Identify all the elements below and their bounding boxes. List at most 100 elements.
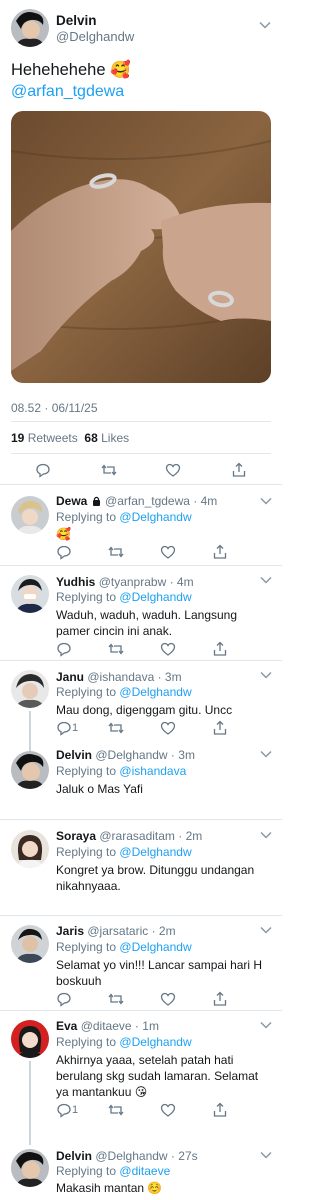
reply-time: 4m bbox=[176, 575, 194, 589]
likes-label[interactable]: Likes bbox=[101, 431, 129, 445]
reply-author-handle[interactable]: @rarasaditam bbox=[99, 829, 175, 843]
author-handle[interactable]: @Delghandw bbox=[56, 29, 134, 44]
tweet-stats: 19 Retweets 68 Likes bbox=[11, 431, 129, 445]
share-icon[interactable] bbox=[212, 991, 228, 1007]
chevron-down-icon[interactable] bbox=[260, 1151, 272, 1159]
replying-to-label: Replying to bbox=[56, 940, 117, 954]
author-name[interactable]: Delvin bbox=[56, 13, 97, 28]
avatar[interactable] bbox=[11, 751, 49, 789]
heart-icon[interactable] bbox=[160, 641, 176, 657]
share-icon[interactable] bbox=[212, 641, 228, 657]
heart-icon[interactable] bbox=[160, 544, 176, 560]
reply-tweet: Soraya @rarasaditam · 2m Replying to @De… bbox=[0, 821, 282, 916]
avatar[interactable] bbox=[11, 496, 49, 534]
replying-to-handle[interactable]: @ishandava bbox=[119, 764, 186, 778]
replying-to-handle[interactable]: @Delghandw bbox=[119, 510, 191, 524]
reply-dot: · bbox=[148, 924, 159, 938]
heart-icon[interactable] bbox=[165, 462, 181, 478]
retweet-icon[interactable] bbox=[108, 641, 124, 657]
chevron-down-icon[interactable] bbox=[260, 576, 272, 584]
replying-to-handle[interactable]: @ditaeve bbox=[119, 1164, 170, 1178]
replying-to-handle[interactable]: @Delghandw bbox=[119, 590, 191, 604]
reply-text: Kongret ya brow. Ditunggu undangan nikah… bbox=[56, 863, 255, 893]
retweet-icon[interactable] bbox=[108, 720, 124, 736]
replying-to-handle[interactable]: @Delghandw bbox=[119, 940, 191, 954]
reply-tweet: Delvin @Delghandw · 3m Replying to @isha… bbox=[0, 744, 282, 820]
retweet-icon[interactable] bbox=[108, 544, 124, 560]
replying-to-label: Replying to bbox=[56, 510, 117, 524]
reply-author-handle[interactable]: @Delghandw bbox=[95, 1149, 167, 1163]
lock-icon bbox=[92, 496, 101, 506]
share-icon[interactable] bbox=[212, 1102, 228, 1118]
replying-to-label: Replying to bbox=[56, 764, 117, 778]
reply-dot: · bbox=[154, 670, 165, 684]
tweet-actions bbox=[0, 455, 282, 485]
tweet-mention[interactable]: @arfan_tgdewa bbox=[11, 83, 124, 101]
reply-author-handle[interactable]: @Delghandw bbox=[95, 748, 167, 762]
reply-time: 3m bbox=[178, 748, 195, 762]
reply-author-handle[interactable]: @jarsataric bbox=[87, 924, 148, 938]
reply-icon[interactable] bbox=[56, 720, 72, 736]
chevron-down-icon[interactable] bbox=[260, 497, 272, 505]
reply-tweet: Eva @ditaeve · 1m Replying to @Delghandw… bbox=[0, 1011, 282, 1145]
retweets-count[interactable]: 19 bbox=[11, 431, 24, 445]
reply-author-name[interactable]: Delvin bbox=[56, 1149, 92, 1163]
replying-to-handle[interactable]: @Delghandw bbox=[119, 845, 191, 859]
retweet-icon[interactable] bbox=[108, 1102, 124, 1118]
avatar[interactable] bbox=[11, 575, 49, 613]
reply-author-name[interactable]: Soraya bbox=[56, 829, 96, 843]
reply-icon[interactable] bbox=[35, 462, 51, 478]
thread-line bbox=[29, 1061, 31, 1145]
reply-icon[interactable] bbox=[56, 544, 72, 560]
heart-icon[interactable] bbox=[160, 1102, 176, 1118]
chevron-down-icon[interactable] bbox=[260, 831, 272, 839]
reply-dot: · bbox=[131, 1019, 143, 1033]
reply-icon[interactable] bbox=[56, 991, 72, 1007]
replying-to-handle[interactable]: @Delghandw bbox=[119, 685, 191, 699]
reply-author-name[interactable]: Eva bbox=[56, 1019, 77, 1033]
share-icon[interactable] bbox=[212, 720, 228, 736]
chevron-down-icon[interactable] bbox=[260, 926, 272, 934]
reply-author-name[interactable]: Yudhis bbox=[56, 575, 95, 589]
tweet-photo[interactable] bbox=[11, 111, 271, 383]
chevron-down-icon[interactable] bbox=[259, 21, 271, 29]
avatar[interactable] bbox=[11, 1149, 49, 1187]
share-icon[interactable] bbox=[231, 462, 247, 478]
chevron-down-icon[interactable] bbox=[260, 671, 272, 679]
chevron-down-icon[interactable] bbox=[260, 750, 272, 758]
reply-text: Makasih mantan ☺️ bbox=[56, 1181, 163, 1195]
reply-author-handle[interactable]: @arfan_tgdewa bbox=[105, 494, 190, 508]
avatar[interactable] bbox=[11, 670, 49, 708]
retweets-label[interactable]: Retweets bbox=[28, 431, 78, 445]
reply-tweet: Jaris @jarsataric · 2m Replying to @Delg… bbox=[0, 916, 282, 1011]
reply-author-handle[interactable]: @tyanprabw bbox=[99, 575, 167, 589]
reply-author-name[interactable]: Janu bbox=[56, 670, 84, 684]
tweet-text: Hehehehehe 🥰 bbox=[11, 61, 131, 79]
reply-text: Akhirnya yaaa, setelah patah hati berula… bbox=[56, 1053, 259, 1099]
reply-author-name[interactable]: Dewa bbox=[56, 494, 87, 508]
divider bbox=[0, 819, 282, 820]
heart-icon[interactable] bbox=[160, 991, 176, 1007]
chevron-down-icon[interactable] bbox=[260, 1021, 272, 1029]
share-icon[interactable] bbox=[212, 544, 228, 560]
avatar[interactable] bbox=[11, 925, 49, 963]
reply-icon[interactable] bbox=[56, 641, 72, 657]
likes-count[interactable]: 68 bbox=[84, 431, 97, 445]
retweet-icon[interactable] bbox=[108, 991, 124, 1007]
avatar[interactable] bbox=[11, 830, 49, 868]
replying-to-label: Replying to bbox=[56, 1164, 117, 1178]
reply-author-name[interactable]: Delvin bbox=[56, 748, 92, 762]
replying-to-handle[interactable]: @Delghandw bbox=[119, 1035, 191, 1049]
reply-time: 2m bbox=[158, 924, 176, 938]
reply-author-name[interactable]: Jaris bbox=[56, 924, 84, 938]
reply-author-handle[interactable]: @ishandava bbox=[87, 670, 154, 684]
reply-dot: · bbox=[166, 575, 177, 589]
avatar[interactable] bbox=[11, 9, 49, 47]
avatar[interactable] bbox=[11, 1020, 49, 1058]
reply-time: 2m bbox=[185, 829, 203, 843]
tweet-timestamp: 08.52 · 06/11/25 bbox=[11, 401, 98, 415]
heart-icon[interactable] bbox=[160, 720, 176, 736]
retweet-icon[interactable] bbox=[101, 462, 117, 478]
reply-icon[interactable] bbox=[56, 1102, 72, 1118]
reply-author-handle[interactable]: @ditaeve bbox=[81, 1019, 132, 1033]
